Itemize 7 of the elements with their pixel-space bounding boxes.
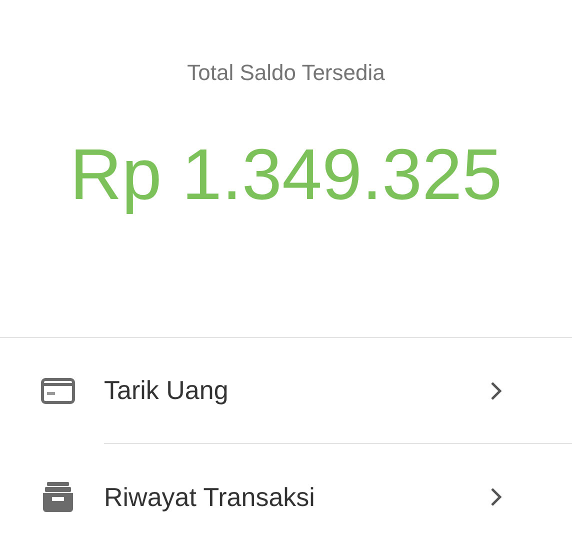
card-icon <box>41 378 75 404</box>
archive-icon <box>42 482 74 512</box>
menu-item[interactable]: Tarik Uang <box>104 338 572 444</box>
menu-item[interactable]: Riwayat Transaksi <box>104 444 572 550</box>
balance-label: Total Saldo Tersedia <box>187 59 385 87</box>
chevron-right-icon <box>490 380 502 400</box>
chevron-right-icon <box>490 487 502 507</box>
